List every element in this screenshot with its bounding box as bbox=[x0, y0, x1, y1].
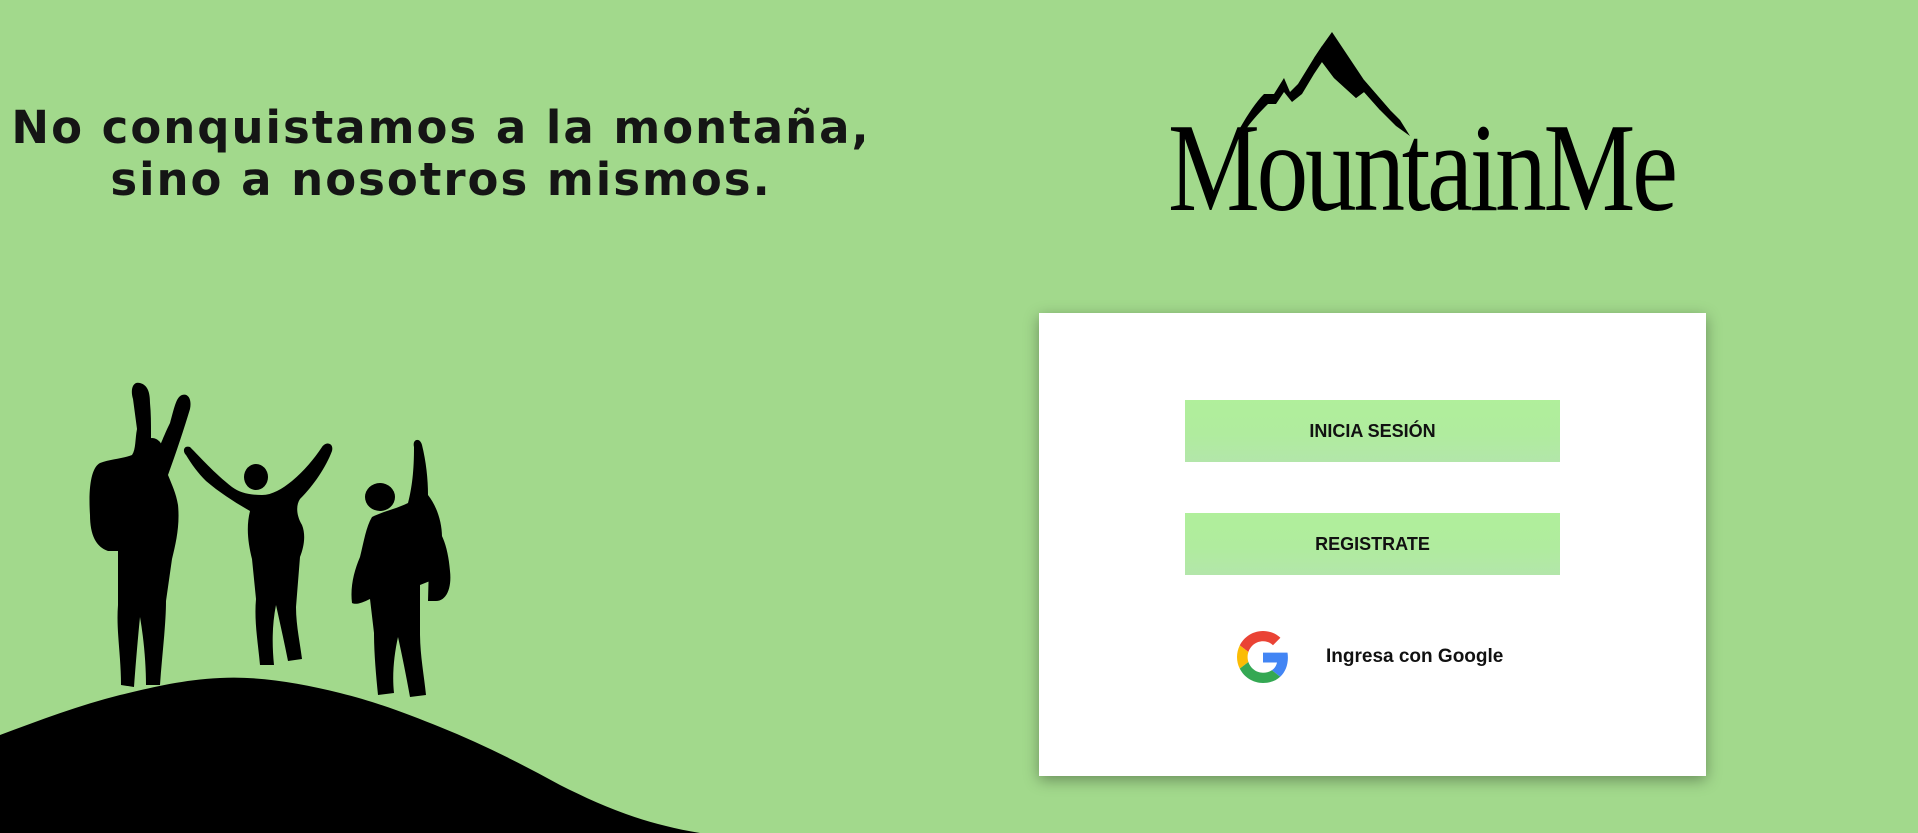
brand-logo: MountainMe bbox=[1160, 28, 1678, 232]
login-button[interactable]: INICIA SESIÓN bbox=[1185, 400, 1560, 462]
tagline: No conquistamos a la montaña, sino a nos… bbox=[0, 102, 882, 206]
tagline-line-1: No conquistamos a la montaña, bbox=[11, 101, 871, 154]
register-button[interactable]: REGISTRATE bbox=[1185, 513, 1560, 575]
auth-card: INICIA SESIÓN REGISTRATE Ingresa con Goo… bbox=[1039, 313, 1706, 776]
hikers-silhouette-illustration bbox=[0, 382, 700, 833]
google-logo-icon bbox=[1237, 631, 1288, 683]
tagline-line-2: sino a nosotros mismos. bbox=[110, 153, 772, 206]
google-signin-label: Ingresa con Google bbox=[1326, 646, 1504, 667]
brand-name: MountainMe bbox=[1168, 99, 1678, 238]
google-signin-button[interactable]: Ingresa con Google bbox=[1237, 631, 1537, 685]
